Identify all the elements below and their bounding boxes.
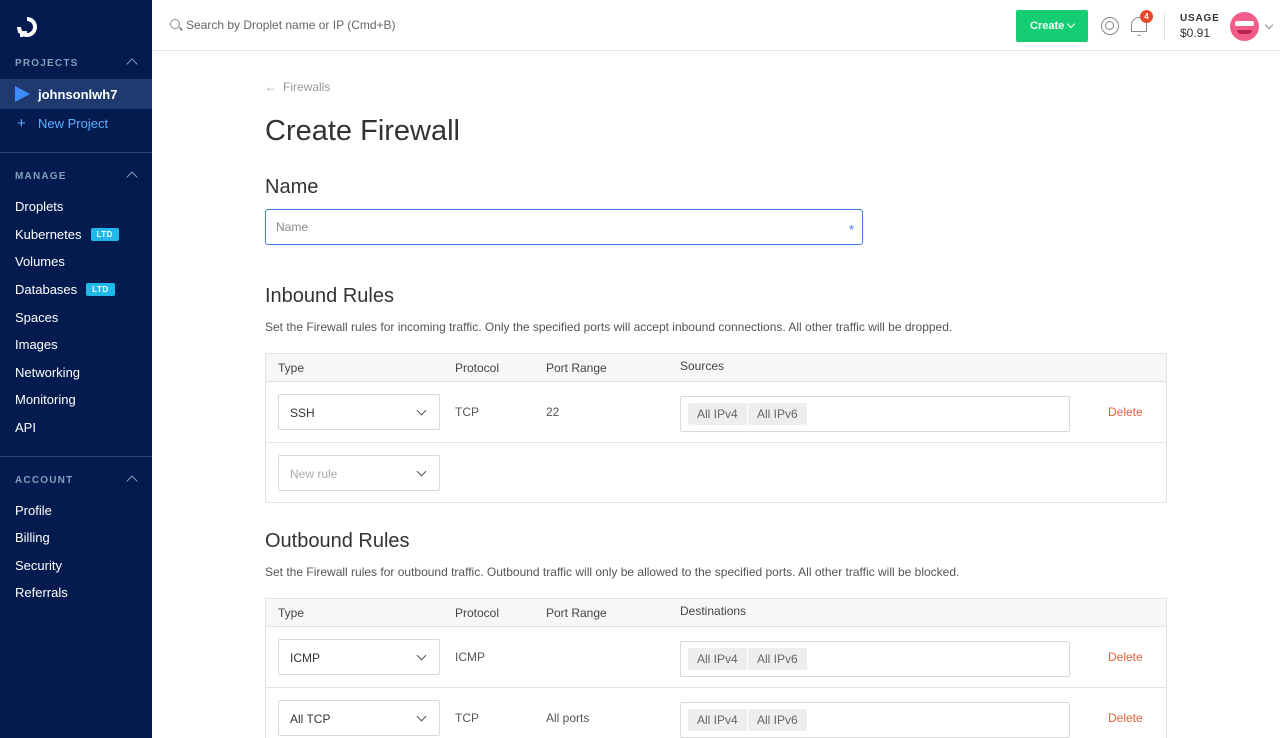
arrow-left-icon: ←: [265, 80, 277, 94]
rule-protocol: ICMP: [455, 650, 485, 664]
sidebar-item-kubernetes[interactable]: Kubernetes LTD: [15, 227, 119, 242]
sidebar-item-referrals[interactable]: Referrals: [15, 585, 68, 600]
firewall-name-field[interactable]: *: [265, 209, 863, 245]
column-header-port-range: Port Range: [546, 361, 607, 375]
sidebar-item-droplets[interactable]: Droplets: [15, 199, 63, 214]
column-header-sources: Sources: [680, 359, 725, 373]
help-icon[interactable]: [1101, 17, 1119, 35]
column-header-port-range: Port Range: [546, 606, 607, 620]
rule-destinations-field[interactable]: All IPv4 All IPv6: [680, 702, 1070, 738]
rule-type-select[interactable]: All TCP: [278, 700, 440, 736]
new-project-label: New Project: [38, 116, 109, 131]
source-tag[interactable]: All IPv4: [688, 403, 747, 425]
usage-label: USAGE: [1180, 13, 1220, 24]
rule-type-select[interactable]: SSH: [278, 394, 440, 430]
ltd-badge: LTD: [90, 228, 119, 241]
rule-type-select[interactable]: ICMP: [278, 639, 440, 675]
source-tag[interactable]: All IPv6: [748, 403, 807, 425]
table-header: Type Protocol Port Range Sources: [266, 354, 1166, 382]
rule-port-range: 22: [546, 405, 560, 419]
back-to-firewalls-link[interactable]: ← Firewalls: [265, 80, 330, 94]
inbound-rules-title: Inbound Rules: [265, 285, 394, 307]
sidebar-item-networking[interactable]: Networking: [15, 365, 80, 380]
sidebar-item-security[interactable]: Security: [15, 558, 62, 573]
chevron-down-icon: [416, 466, 427, 477]
manage-heading: MANAGE: [15, 171, 67, 182]
delete-rule-button[interactable]: Delete: [1108, 405, 1143, 419]
column-header-type: Type: [278, 606, 305, 620]
plus-icon: +: [17, 115, 26, 132]
outbound-rules-description: Set the Firewall rules for outbound traf…: [265, 565, 960, 579]
row-divider: [266, 687, 1166, 688]
manage-collapse-chevron-icon[interactable]: [126, 171, 138, 183]
name-section-title: Name: [265, 176, 319, 198]
page-title: Create Firewall: [265, 115, 460, 147]
required-asterisk-icon: *: [848, 222, 854, 237]
sidebar-divider: [0, 152, 152, 153]
avatar[interactable]: [1230, 12, 1259, 41]
chevron-down-icon: [1066, 19, 1076, 29]
delete-rule-button[interactable]: Delete: [1108, 711, 1143, 725]
destination-tag[interactable]: All IPv6: [748, 648, 807, 670]
sidebar-item-spaces[interactable]: Spaces: [15, 310, 58, 325]
sidebar-item-api[interactable]: API: [15, 420, 36, 435]
project-name[interactable]: johnsonlwh7: [38, 87, 117, 102]
rule-destinations-field[interactable]: All IPv4 All IPv6: [680, 641, 1070, 677]
outbound-rules-table: Type Protocol Port Range Destinations IC…: [265, 598, 1167, 738]
destination-tag[interactable]: All IPv6: [748, 709, 807, 731]
chevron-down-icon: [416, 650, 427, 661]
rule-sources-field[interactable]: All IPv4 All IPv6: [680, 396, 1070, 432]
column-header-protocol: Protocol: [455, 606, 500, 620]
new-rule-select[interactable]: New rule: [278, 455, 440, 491]
column-header-destinations: Destinations: [680, 604, 747, 618]
search-icon: [170, 19, 180, 29]
create-button[interactable]: Create: [1016, 10, 1088, 42]
account-collapse-chevron-icon[interactable]: [126, 475, 138, 487]
usage-value: $0.91: [1180, 26, 1211, 40]
chevron-down-icon: [416, 711, 427, 722]
destination-tag[interactable]: All IPv4: [688, 709, 747, 731]
digitalocean-logo-icon[interactable]: [14, 14, 40, 40]
project-icon: [15, 86, 30, 102]
sidebar-item-monitoring[interactable]: Monitoring: [15, 392, 76, 407]
topbar-divider: [1164, 12, 1165, 40]
sidebar-item-volumes[interactable]: Volumes: [15, 254, 65, 269]
projects-heading: PROJECTS: [15, 58, 79, 69]
sidebar-divider: [0, 456, 152, 457]
ltd-badge: LTD: [86, 283, 115, 296]
search-input[interactable]: [186, 16, 586, 34]
sidebar: PROJECTS johnsonlwh7 + New Project MANAGE…: [0, 0, 152, 738]
projects-collapse-chevron-icon[interactable]: [126, 58, 138, 70]
firewall-name-input[interactable]: [276, 219, 816, 235]
notification-count-badge: 4: [1140, 10, 1153, 23]
rule-port-range: All ports: [546, 711, 590, 725]
sidebar-item-databases[interactable]: Databases LTD: [15, 282, 115, 297]
destination-tag[interactable]: All IPv4: [688, 648, 747, 670]
chevron-down-icon: [416, 405, 427, 416]
rule-protocol: TCP: [455, 405, 479, 419]
inbound-rules-table: Type Protocol Port Range Sources SSH TCP…: [265, 353, 1167, 503]
column-header-protocol: Protocol: [455, 361, 500, 375]
table-header: Type Protocol Port Range Destinations: [266, 599, 1166, 627]
sidebar-item-images[interactable]: Images: [15, 337, 58, 352]
new-project-link[interactable]: + New Project: [17, 115, 108, 132]
outbound-rules-title: Outbound Rules: [265, 530, 410, 552]
delete-rule-button[interactable]: Delete: [1108, 650, 1143, 664]
rule-protocol: TCP: [455, 711, 479, 725]
inbound-rules-description: Set the Firewall rules for incoming traf…: [265, 320, 953, 334]
sidebar-item-profile[interactable]: Profile: [15, 503, 52, 518]
account-heading: ACCOUNT: [15, 475, 74, 486]
column-header-type: Type: [278, 361, 305, 375]
row-divider: [266, 442, 1166, 443]
sidebar-item-billing[interactable]: Billing: [15, 530, 50, 545]
